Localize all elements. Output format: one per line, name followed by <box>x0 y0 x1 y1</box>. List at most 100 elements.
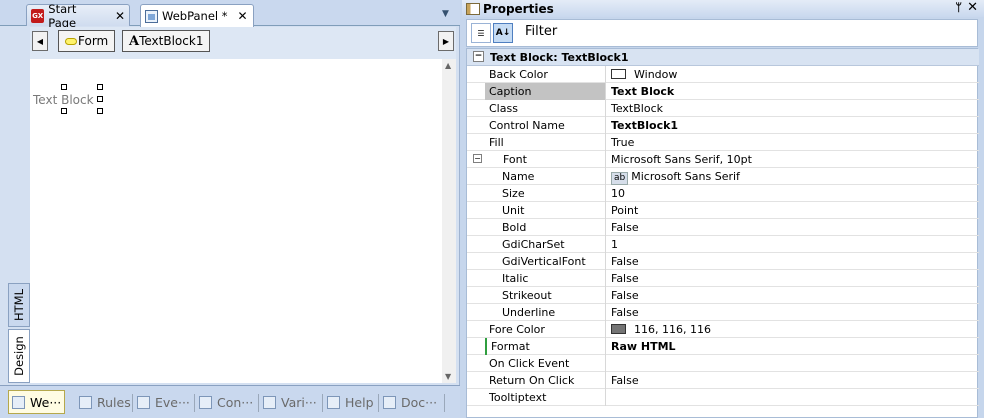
property-name[interactable]: Size <box>485 185 606 202</box>
property-value[interactable]: False <box>607 270 979 287</box>
property-name[interactable]: Return On Click <box>485 372 606 389</box>
pin-icon[interactable]: ᛘ <box>955 1 962 14</box>
scroll-down-icon[interactable]: ▼ <box>445 372 451 381</box>
property-name[interactable]: Control Name <box>485 117 606 134</box>
property-value[interactable]: 10 <box>607 185 979 202</box>
property-value[interactable]: False <box>607 304 979 321</box>
property-value[interactable] <box>607 355 979 372</box>
property-value[interactable]: 116, 116, 116 <box>607 321 979 338</box>
property-value[interactable]: 1 <box>607 236 979 253</box>
property-row[interactable]: Format Raw HTML <box>467 338 979 355</box>
property-row[interactable]: Tooltiptext <box>467 389 979 406</box>
alphabetical-button[interactable]: A↓ <box>493 23 513 43</box>
breadcrumb-form[interactable]: Form <box>58 30 116 52</box>
tab-webform[interactable]: We··· <box>8 390 66 414</box>
property-name[interactable]: Font <box>485 151 606 168</box>
property-row[interactable]: Control Name TextBlock1 <box>467 117 979 134</box>
property-name[interactable]: Underline <box>485 304 606 321</box>
property-name[interactable]: Caption <box>485 83 606 100</box>
property-row[interactable]: Caption Text Block <box>467 83 979 100</box>
close-icon[interactable]: ✕ <box>967 0 978 15</box>
property-row[interactable]: Bold False <box>467 219 979 236</box>
tab-help[interactable]: Help <box>324 390 377 414</box>
tab-variables[interactable]: Vari··· <box>260 390 320 414</box>
property-row[interactable]: Unit Point <box>467 202 979 219</box>
property-value[interactable]: Raw HTML <box>607 338 979 355</box>
property-name[interactable]: Italic <box>485 270 606 287</box>
property-section-header[interactable]: − Text Block: TextBlock1 <box>467 49 979 66</box>
property-name-label: Bold <box>502 221 527 234</box>
close-icon[interactable]: ✕ <box>238 9 248 23</box>
property-row[interactable]: Fill True <box>467 134 979 151</box>
tab-documentation[interactable]: Doc··· <box>380 390 440 414</box>
property-value[interactable]: False <box>607 372 979 389</box>
property-row[interactable]: GdiVerticalFont False <box>467 253 979 270</box>
resize-handle[interactable] <box>97 96 103 102</box>
property-name[interactable]: GdiCharSet <box>485 236 606 253</box>
property-value[interactable]: Window <box>607 66 979 83</box>
property-row[interactable]: Return On Click False <box>467 372 979 389</box>
property-name[interactable]: Strikeout <box>485 287 606 304</box>
filter-button[interactable]: Filter <box>525 24 557 39</box>
resize-handle[interactable] <box>97 108 103 114</box>
resize-handle[interactable] <box>97 84 103 90</box>
property-name[interactable]: Bold <box>485 219 606 236</box>
property-value[interactable]: False <box>607 287 979 304</box>
close-icon[interactable]: ✕ <box>115 9 125 23</box>
tab-events[interactable]: Eve··· <box>134 390 193 414</box>
property-value[interactable]: TextBlock1 <box>607 117 979 134</box>
collapse-icon[interactable]: − <box>473 51 484 62</box>
breadcrumb-textblock[interactable]: A TextBlock1 <box>122 30 211 52</box>
tab-html[interactable]: HTML <box>8 283 30 327</box>
scroll-up-icon[interactable]: ▲ <box>445 61 451 70</box>
property-value[interactable]: False <box>607 219 979 236</box>
property-row[interactable]: Size 10 <box>467 185 979 202</box>
property-row[interactable]: Class TextBlock <box>467 100 979 117</box>
property-value[interactable] <box>607 389 979 406</box>
property-row[interactable]: On Click Event <box>467 355 979 372</box>
property-row[interactable]: Italic False <box>467 270 979 287</box>
property-name-label: Size <box>502 187 525 200</box>
property-name[interactable]: Class <box>485 100 606 117</box>
scroll-right-button[interactable]: ▶ <box>438 31 454 51</box>
vertical-scrollbar[interactable]: ▲ ▼ <box>442 59 456 383</box>
canvas-textblock[interactable]: Text Block <box>33 93 94 107</box>
property-name[interactable]: Back Color <box>485 66 606 83</box>
property-value[interactable]: False <box>607 253 979 270</box>
categorized-button[interactable]: ☰ <box>471 23 491 43</box>
resize-handle[interactable] <box>61 108 67 114</box>
tab-webpanel[interactable]: WebPanel * ✕ <box>140 4 254 27</box>
property-value[interactable]: ab Microsoft Sans Serif <box>607 168 979 185</box>
property-name-label: Control Name <box>489 119 565 132</box>
property-value[interactable]: Point <box>607 202 979 219</box>
property-name[interactable]: Unit <box>485 202 606 219</box>
property-row[interactable]: Fore Color 116, 116, 116 <box>467 321 979 338</box>
property-name[interactable]: Name <box>485 168 606 185</box>
property-value[interactable]: Text Block <box>607 83 979 100</box>
property-name[interactable]: On Click Event <box>485 355 606 372</box>
property-value[interactable]: Microsoft Sans Serif, 10pt <box>607 151 979 168</box>
property-row[interactable]: GdiCharSet 1 <box>467 236 979 253</box>
tab-rules[interactable]: Rules <box>76 390 134 414</box>
resize-handle[interactable] <box>61 84 67 90</box>
collapse-icon[interactable]: − <box>473 154 482 163</box>
property-name[interactable]: GdiVerticalFont <box>485 253 606 270</box>
property-row[interactable]: Strikeout False <box>467 287 979 304</box>
tab-design[interactable]: Design <box>8 329 30 383</box>
property-row[interactable]: Back Color Window <box>467 66 979 83</box>
property-name[interactable]: Tooltiptext <box>485 389 606 406</box>
tab-list-dropdown-icon[interactable]: ▼ <box>442 9 449 19</box>
tab-conditions[interactable]: Con··· <box>196 390 256 414</box>
design-canvas[interactable] <box>30 59 442 383</box>
property-name[interactable]: Format <box>485 338 606 355</box>
property-value[interactable]: TextBlock <box>607 100 979 117</box>
property-name[interactable]: Fill <box>485 134 606 151</box>
property-name-label: Fore Color <box>489 323 545 336</box>
property-row[interactable]: Underline False <box>467 304 979 321</box>
property-row[interactable]: Name ab Microsoft Sans Serif <box>467 168 979 185</box>
tab-start-page[interactable]: GX Start Page ✕ <box>26 2 130 30</box>
property-name[interactable]: Fore Color <box>485 321 606 338</box>
property-row[interactable]: − Font Microsoft Sans Serif, 10pt <box>467 151 979 168</box>
scroll-left-button[interactable]: ◀ <box>32 31 48 51</box>
property-value[interactable]: True <box>607 134 979 151</box>
